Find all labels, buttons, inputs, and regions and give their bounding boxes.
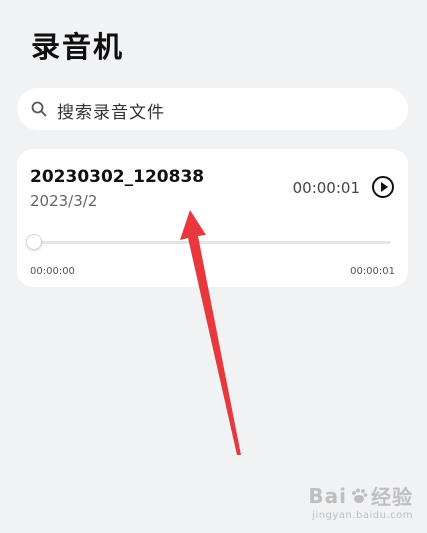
progress-track[interactable] bbox=[30, 241, 391, 244]
app-title: 录音机 bbox=[31, 30, 125, 64]
search-placeholder: 搜索录音文件 bbox=[57, 103, 165, 123]
search-bar[interactable]: 搜索录音文件 bbox=[17, 88, 408, 130]
watermark: Bai 经验 jingyan.baidu.com bbox=[308, 481, 413, 522]
play-icon bbox=[381, 182, 388, 192]
recording-card[interactable]: 20230302_120838 2023/3/2 00:00:01 00:00:… bbox=[17, 149, 408, 287]
watermark-brand-pre: Bai bbox=[308, 483, 347, 508]
progress-knob[interactable] bbox=[26, 234, 42, 250]
search-icon bbox=[31, 101, 47, 117]
recording-date: 2023/3/2 bbox=[30, 192, 98, 210]
recording-name: 20230302_120838 bbox=[30, 167, 205, 187]
progress-time-start: 00:00:00 bbox=[30, 266, 75, 277]
progress-time-end: 00:00:01 bbox=[350, 266, 395, 277]
watermark-brand-post: 经验 bbox=[371, 485, 413, 509]
recording-duration: 00:00:01 bbox=[292, 179, 360, 197]
watermark-url: jingyan.baidu.com bbox=[312, 510, 413, 521]
play-button[interactable] bbox=[372, 176, 394, 198]
paw-icon bbox=[352, 488, 368, 503]
